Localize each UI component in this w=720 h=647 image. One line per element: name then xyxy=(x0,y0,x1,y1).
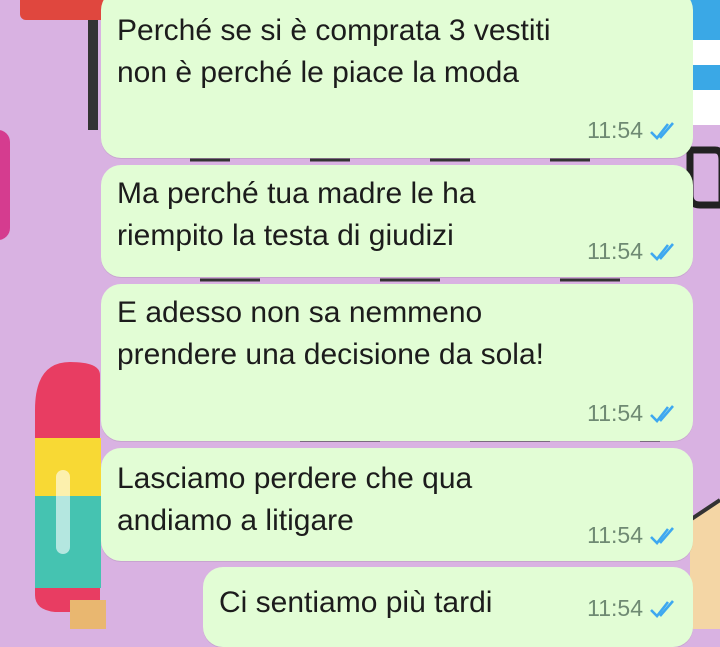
message-time: 11:54 xyxy=(587,400,643,426)
message-time: 11:54 xyxy=(587,117,643,143)
message-meta: 11:54 xyxy=(587,238,679,265)
message-meta: 11:54 xyxy=(587,117,679,144)
message-bubble[interactable]: Ma perché tua madre le ha riempito la te… xyxy=(101,165,693,277)
message-time: 11:54 xyxy=(587,595,643,621)
message-meta: 11:54 xyxy=(587,522,679,549)
message-bubble[interactable]: E adesso non sa nemmeno prendere una dec… xyxy=(101,284,693,441)
double-check-icon xyxy=(650,599,674,618)
double-check-icon xyxy=(650,121,674,140)
message-text: E adesso non sa nemmeno prendere una dec… xyxy=(117,296,544,371)
message-text: Perché se si è comprata 3 vestiti non è … xyxy=(117,14,551,89)
double-check-icon xyxy=(650,404,674,423)
message-bubble[interactable]: Perché se si è comprata 3 vestiti non è … xyxy=(101,0,693,158)
double-check-icon xyxy=(650,242,674,261)
message-text: Ma perché tua madre le ha riempito la te… xyxy=(117,177,476,252)
message-bubble[interactable]: Lasciamo perdere che qua andiamo a litig… xyxy=(101,448,693,561)
double-check-icon xyxy=(650,526,674,545)
message-text: Lasciamo perdere che qua andiamo a litig… xyxy=(117,462,473,537)
message-text: Ci sentiamo più tardi xyxy=(219,586,493,619)
message-meta: 11:54 xyxy=(587,595,679,622)
message-time: 11:54 xyxy=(587,238,643,264)
message-meta: 11:54 xyxy=(587,400,679,427)
message-time: 11:54 xyxy=(587,522,643,548)
message-bubble[interactable]: Ci sentiamo più tardi 11:54 xyxy=(203,567,693,647)
